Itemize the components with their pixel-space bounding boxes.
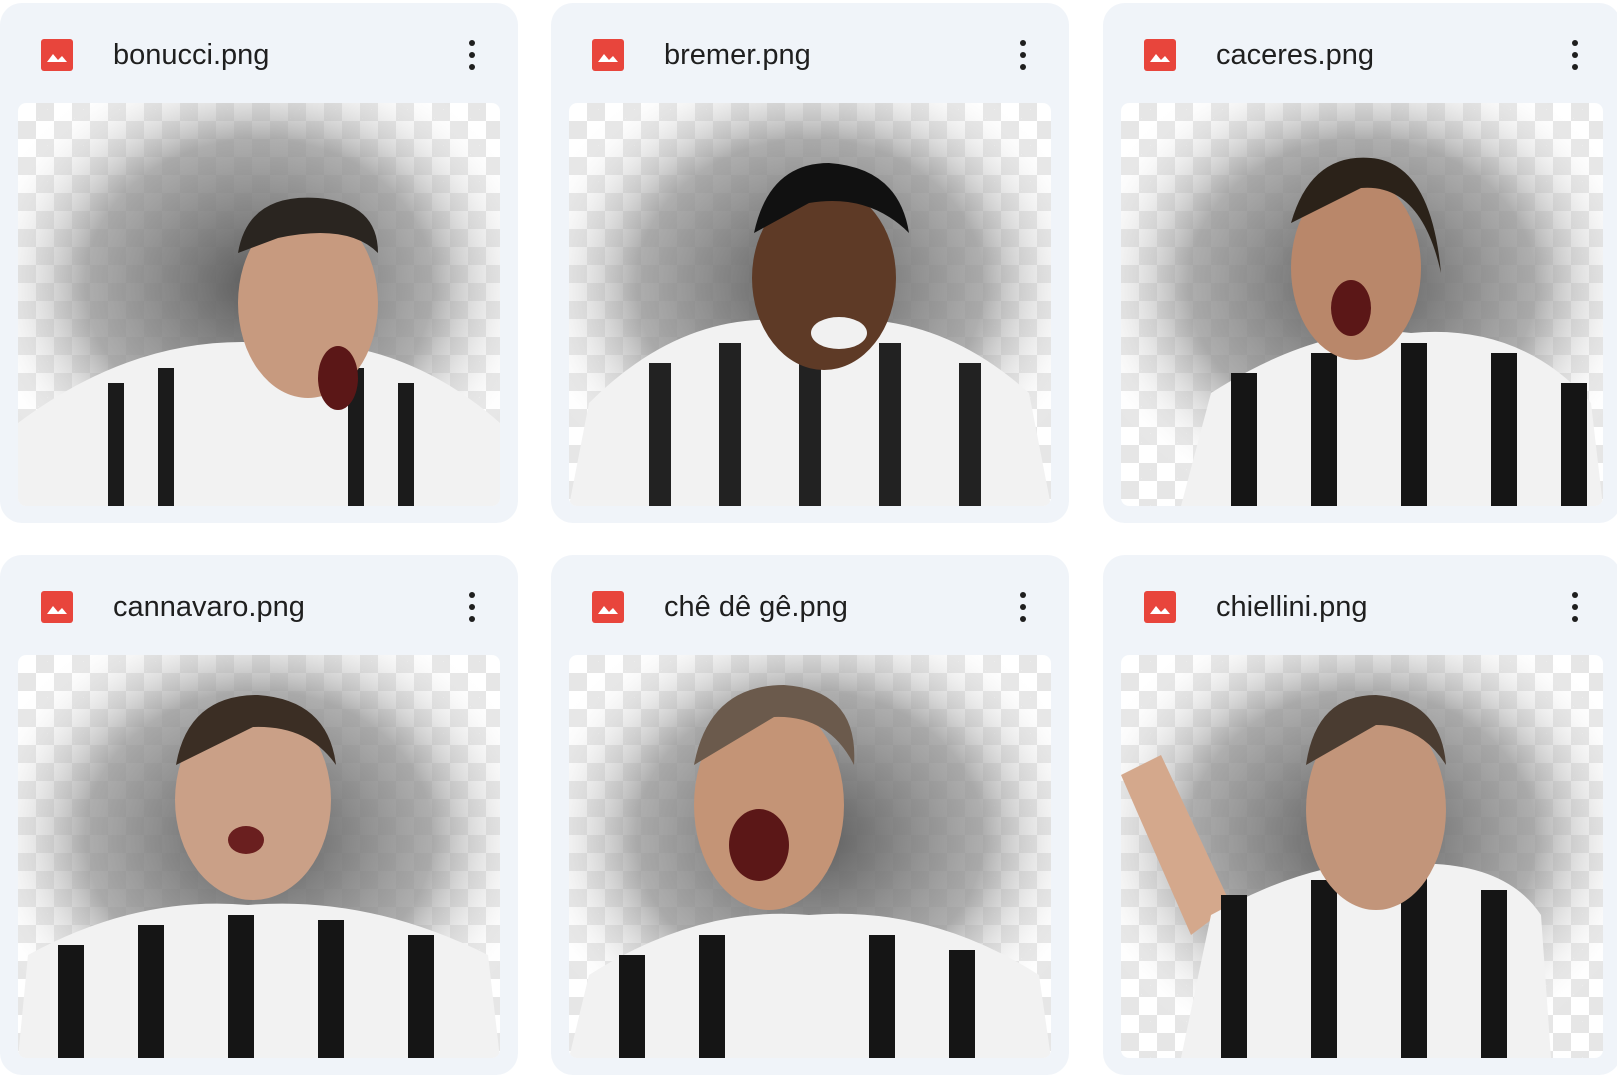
image-icon (41, 39, 73, 71)
image-thumbnail[interactable] (569, 655, 1051, 1058)
image-thumbnail[interactable] (18, 655, 500, 1058)
file-card-header: chiellini.png (1103, 555, 1617, 655)
file-grid: bonucci.png bremer.png caceres.png canna… (0, 0, 1617, 1078)
file-card-header: cannavaro.png (0, 555, 518, 655)
file-card-header: caceres.png (1103, 3, 1617, 103)
file-card[interactable]: cannavaro.png (0, 555, 518, 1075)
more-options-icon[interactable] (1001, 31, 1045, 79)
file-card[interactable]: bonucci.png (0, 3, 518, 523)
image-icon (41, 591, 73, 623)
file-name: bremer.png (664, 39, 811, 71)
image-icon (592, 39, 624, 71)
image-thumbnail[interactable] (18, 103, 500, 506)
file-card[interactable]: caceres.png (1103, 3, 1617, 523)
file-name: chê dê gê.png (664, 591, 848, 623)
file-name: bonucci.png (113, 39, 270, 71)
file-card-header: bremer.png (551, 3, 1069, 103)
more-options-icon[interactable] (1001, 583, 1045, 631)
file-card[interactable]: chê dê gê.png (551, 555, 1069, 1075)
file-card-header: bonucci.png (0, 3, 518, 103)
file-card-header: chê dê gê.png (551, 555, 1069, 655)
file-name: cannavaro.png (113, 591, 305, 623)
image-icon (1144, 591, 1176, 623)
image-icon (1144, 39, 1176, 71)
more-options-icon[interactable] (1553, 583, 1597, 631)
more-options-icon[interactable] (450, 583, 494, 631)
file-card[interactable]: bremer.png (551, 3, 1069, 523)
image-thumbnail[interactable] (1121, 655, 1603, 1058)
file-card[interactable]: chiellini.png (1103, 555, 1617, 1075)
more-options-icon[interactable] (450, 31, 494, 79)
image-thumbnail[interactable] (569, 103, 1051, 506)
file-name: caceres.png (1216, 39, 1374, 71)
image-thumbnail[interactable] (1121, 103, 1603, 506)
file-name: chiellini.png (1216, 591, 1368, 623)
image-icon (592, 591, 624, 623)
more-options-icon[interactable] (1553, 31, 1597, 79)
